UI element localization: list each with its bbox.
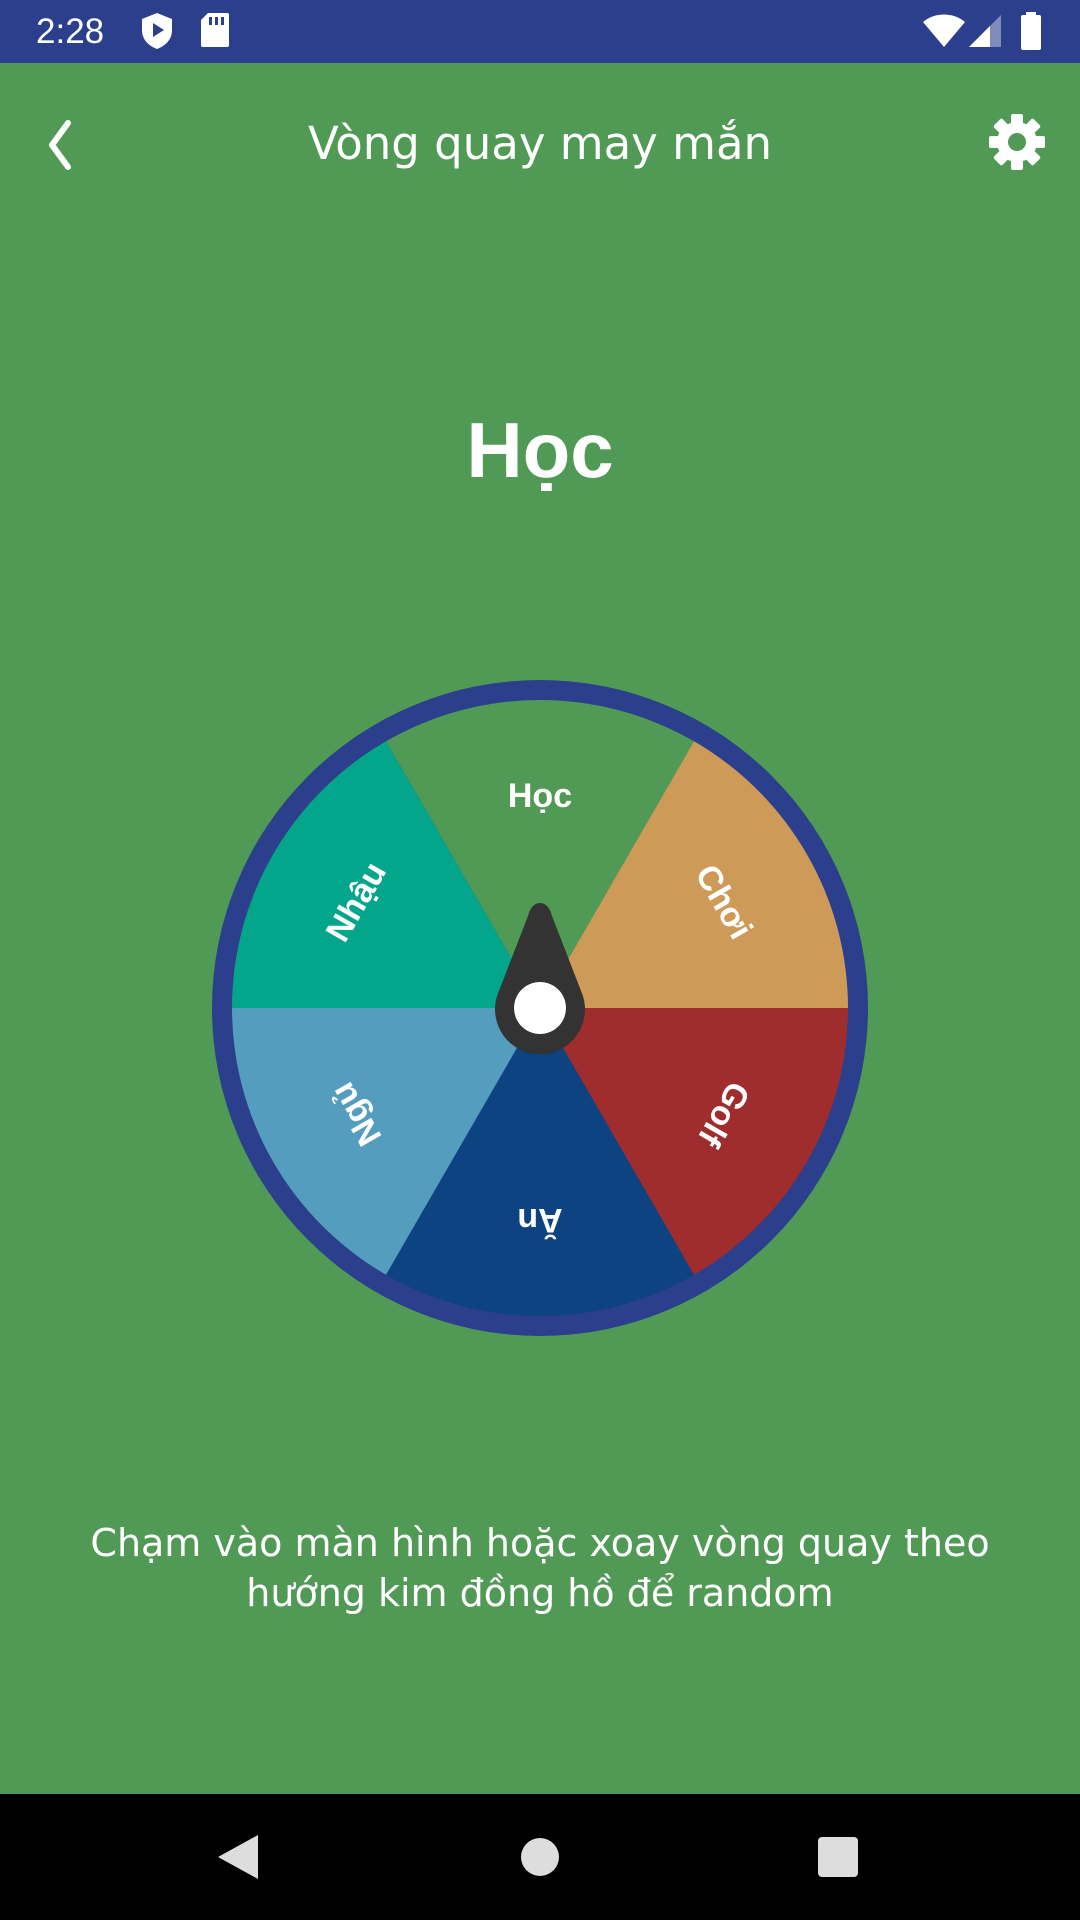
sd-card-icon xyxy=(201,13,229,47)
battery-icon xyxy=(1021,12,1041,50)
navigation-bar xyxy=(0,1794,1080,1920)
settings-button[interactable] xyxy=(982,107,1052,177)
signal-icon xyxy=(969,15,1001,47)
instruction-line-1: Chạm vào màn hình hoặc xoay vòng quay th… xyxy=(90,1521,990,1565)
wheel-segment-label: Học xyxy=(508,777,572,815)
play-protect-icon xyxy=(142,13,172,49)
instruction-text: Chạm vào màn hình hoặc xoay vòng quay th… xyxy=(60,1518,1020,1618)
back-triangle-icon xyxy=(218,1835,258,1879)
wheel-segment-label: Ăn xyxy=(517,1201,562,1239)
instruction-line-2: hướng kim đồng hồ để random xyxy=(246,1571,834,1615)
page-title: Vòng quay may mắn xyxy=(307,117,773,170)
spin-wheel[interactable]: HọcChơiGolfĂnNgủNhậu xyxy=(210,678,870,1338)
wifi-icon xyxy=(923,14,965,47)
status-bar: 2:28 xyxy=(0,0,1080,63)
nav-home-button[interactable] xyxy=(510,1827,570,1887)
recents-square-icon xyxy=(818,1837,858,1877)
home-circle-icon xyxy=(521,1838,559,1876)
nav-recents-button[interactable] xyxy=(808,1827,868,1887)
result-label: Học xyxy=(466,406,614,494)
pointer-hub xyxy=(514,982,566,1034)
app-bar: Vòng quay may mắn xyxy=(0,63,1080,223)
gear-icon xyxy=(989,114,1045,170)
status-time: 2:28 xyxy=(36,12,105,51)
nav-back-button[interactable] xyxy=(208,1827,268,1887)
